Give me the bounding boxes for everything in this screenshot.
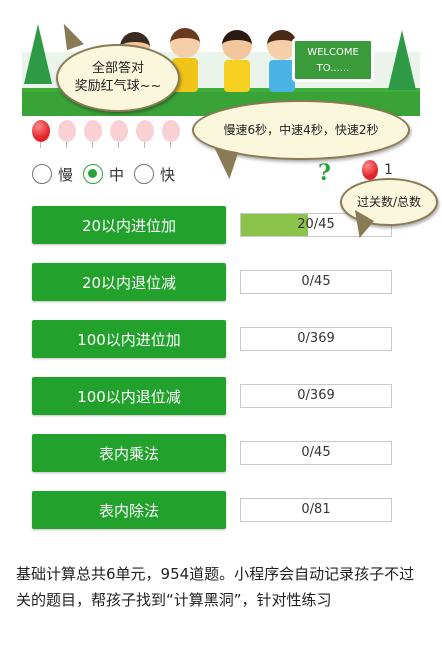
callout-text: 过关数/总数: [356, 195, 422, 209]
unit-row: 100以内进位加 0/369: [32, 320, 392, 358]
balloon-icon: [162, 120, 180, 148]
speed-callout: 慢速6秒，中速4秒，快速2秒: [192, 100, 410, 160]
unit-button[interactable]: 100以内退位减: [32, 377, 226, 415]
unit-button[interactable]: 20以内进位加: [32, 206, 226, 244]
speed-option-label: 快: [160, 165, 176, 184]
help-icon[interactable]: ?: [318, 160, 331, 186]
tree-right: [388, 30, 416, 90]
unit-row: 100以内退位减 0/369: [32, 377, 392, 415]
balloon-icon: [362, 160, 378, 180]
unit-row: 表内除法 0/81: [32, 491, 392, 529]
unit-button[interactable]: 表内乘法: [32, 434, 226, 472]
progress-callout: 过关数/总数: [340, 178, 438, 226]
balloon-icon: [110, 120, 128, 148]
unit-button[interactable]: 100以内进位加: [32, 320, 226, 358]
kid-body: [224, 60, 250, 92]
unit-row: 表内乘法 0/45: [32, 434, 392, 472]
speed-option-label: 中: [109, 165, 125, 184]
balloon-icon: [58, 120, 76, 148]
radio-checked-icon: [83, 164, 104, 184]
kid-head: [222, 30, 252, 60]
callout-text: 全部答对: [91, 61, 144, 76]
progress-text: 0/369: [297, 388, 335, 403]
speed-option-fast[interactable]: 快: [134, 164, 175, 185]
description-text: 基础计算总共6单元，954道题。小程序会自动记录孩子不过关的题目，帮孩子找到“计…: [16, 565, 415, 609]
balloon-icon: [84, 120, 102, 148]
unit-row: 20以内进位加 20/45: [32, 206, 392, 244]
progress-bar: 0/369: [240, 327, 392, 351]
progress-bar: 0/45: [240, 270, 392, 294]
speed-option-label: 慢: [58, 165, 74, 184]
callout-text: 奖励红气球~~: [74, 79, 162, 94]
radio-icon: [32, 164, 52, 184]
progress-text: 0/369: [297, 331, 335, 346]
balloon-count: 1: [384, 162, 393, 178]
tree-left: [24, 24, 52, 84]
reward-callout: 全部答对 奖励红气球~~: [56, 44, 180, 112]
progress-text: 0/45: [301, 445, 331, 460]
progress-bar: 0/45: [240, 441, 392, 465]
unit-row: 20以内退位减 0/45: [32, 263, 392, 301]
speed-option-medium[interactable]: 中: [83, 164, 124, 185]
speed-selector: 慢 中 快: [32, 162, 185, 186]
radio-icon: [134, 164, 155, 184]
balloon-icon: [136, 120, 154, 148]
balloon-icon: [32, 120, 50, 148]
progress-text: 0/45: [301, 274, 331, 289]
unit-button[interactable]: 表内除法: [32, 491, 226, 529]
progress-text: 0/81: [301, 502, 331, 517]
speed-option-slow[interactable]: 慢: [32, 164, 73, 185]
callout-text: 慢速6秒，中速4秒，快速2秒: [223, 123, 379, 137]
progress-bar: 0/369: [240, 384, 392, 408]
welcome-sign: WELCOME TO......: [292, 38, 374, 82]
kid-head: [170, 28, 200, 58]
unit-button[interactable]: 20以内退位减: [32, 263, 226, 301]
progress-bar: 0/81: [240, 498, 392, 522]
